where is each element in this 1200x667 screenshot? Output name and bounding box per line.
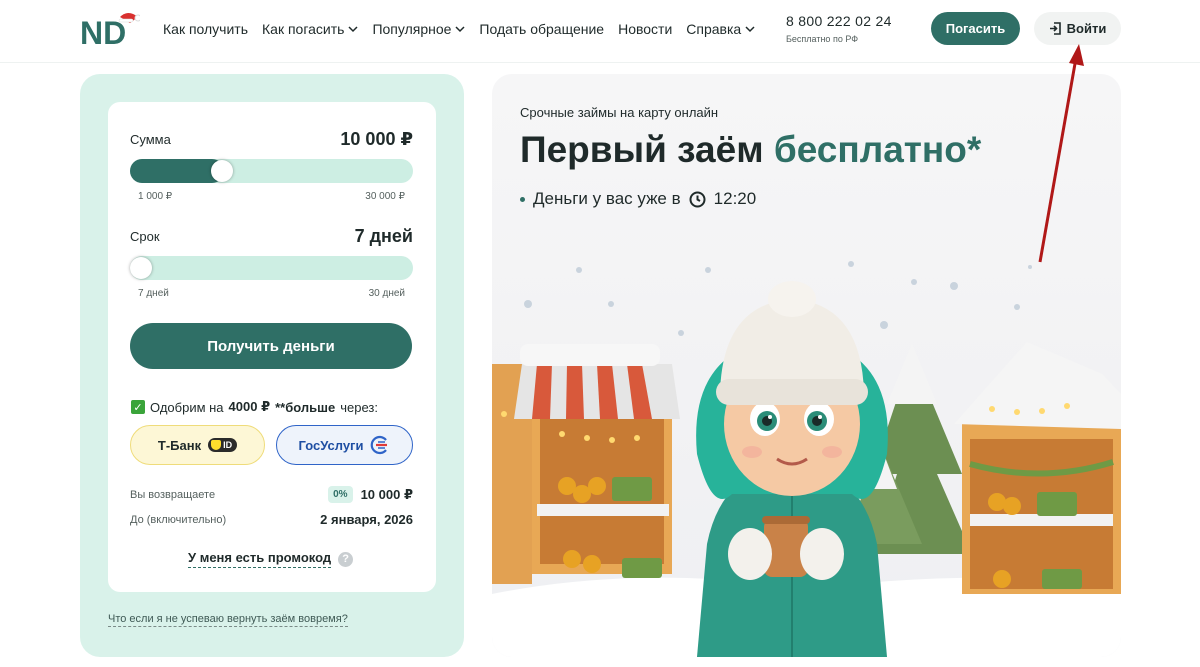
clock-icon — [689, 191, 706, 207]
hero-subtitle: Срочные займы на карту онлайн — [520, 105, 719, 120]
loan-calculator-card: Сумма 10 000 ₽ 1 000 ₽ 30 000 ₽ Срок 7 д… — [108, 102, 436, 592]
main-nav: Как получить Как погасить Популярное Под… — [163, 21, 755, 37]
nav-popular[interactable]: Популярное — [372, 21, 465, 37]
amount-max: 30 000 ₽ — [365, 191, 405, 202]
hero-title-main: Первый заём — [520, 129, 764, 170]
return-label: Вы возвращаете — [130, 488, 216, 501]
phone-block[interactable]: 8 800 222 02 24 Бесплатно по РФ — [786, 13, 892, 44]
approve-amount: 4000 ₽ — [228, 399, 271, 414]
gosuslugi-logo-icon — [371, 435, 388, 455]
gosuslugi-label: ГосУслуги — [298, 437, 364, 453]
term-min: 7 дней — [138, 288, 169, 299]
approve-suffix: через: — [340, 399, 378, 415]
login-label: Войти — [1066, 21, 1107, 36]
return-row: Вы возвращаете 0% 10 000 ₽ — [130, 486, 413, 503]
nav-news[interactable]: Новости — [618, 21, 672, 37]
gosuslugi-button[interactable]: ГосУслуги — [276, 425, 413, 465]
nav-submit-request[interactable]: Подать обращение — [479, 21, 604, 37]
door-login-icon — [1049, 22, 1061, 35]
hero-bullet: Деньги у вас уже в 12:20 — [520, 189, 756, 209]
chevron-down-icon — [348, 26, 358, 33]
chevron-down-icon — [745, 26, 755, 33]
promo-code-toggle[interactable]: У меня есть промокод ? — [188, 550, 354, 568]
bullet-dot — [520, 196, 525, 202]
nav-how-to-repay[interactable]: Как погасить — [262, 21, 358, 37]
until-value: 2 января, 2026 — [320, 512, 413, 527]
hero-title-accent: бесплатно* — [773, 129, 982, 170]
phone-number[interactable]: 8 800 222 02 24 — [786, 13, 892, 29]
tbank-id-badge: ID — [208, 438, 238, 452]
login-button[interactable]: Войти — [1034, 12, 1121, 45]
amount-label: Сумма — [130, 132, 171, 147]
late-repayment-link[interactable]: Что если я не успеваю вернуть заём вовре… — [108, 613, 348, 627]
until-row: До (включительно) 2 января, 2026 — [130, 512, 413, 527]
amount-value: 10 000 ₽ — [340, 129, 413, 149]
return-value: 10 000 ₽ — [360, 486, 413, 502]
return-rate-badge: 0% — [328, 486, 353, 503]
amount-slider[interactable] — [130, 159, 413, 183]
amount-slider-handle[interactable] — [210, 160, 233, 182]
phone-note: Бесплатно по РФ — [786, 34, 859, 44]
term-slider-handle[interactable] — [130, 257, 152, 279]
term-max: 30 дней — [368, 288, 405, 299]
chevron-down-icon — [455, 26, 465, 33]
tbank-id-button[interactable]: Т-Банк ID — [130, 425, 265, 465]
approve-note: ✓ Одобрим на 4000 ₽ **больше через: — [131, 399, 378, 415]
nav-help[interactable]: Справка — [686, 21, 755, 37]
pay-button[interactable]: Погасить — [931, 12, 1020, 45]
hero-bullet-text: Деньги у вас уже в — [533, 189, 681, 208]
help-question-icon[interactable]: ? — [338, 551, 354, 567]
hero-bullet-time: 12:20 — [713, 189, 757, 208]
checkmark-icon: ✓ — [131, 400, 145, 414]
term-slider[interactable] — [130, 256, 413, 280]
until-label: До (включительно) — [130, 513, 227, 526]
amount-slider-block: Сумма 10 000 ₽ 1 000 ₽ 30 000 ₽ — [130, 129, 413, 202]
hero-banner: Срочные займы на карту онлайн Первый заё… — [492, 74, 1121, 657]
nav-how-to-get[interactable]: Как получить — [163, 21, 248, 37]
loan-calculator-panel: Сумма 10 000 ₽ 1 000 ₽ 30 000 ₽ Срок 7 д… — [80, 74, 464, 657]
tbank-label: Т-Банк — [157, 437, 202, 453]
tbank-shield-icon — [211, 440, 222, 450]
term-slider-block: Срок 7 дней 7 дней 30 дней — [130, 226, 413, 299]
amount-slider-fill — [130, 159, 224, 183]
term-label: Срок — [130, 229, 160, 244]
logo[interactable]: ND — [80, 11, 140, 51]
term-value: 7 дней — [354, 226, 413, 246]
approve-prefix: Одобрим на — [150, 399, 224, 415]
approve-more: **больше — [275, 399, 336, 415]
promo-label: У меня есть промокод — [188, 550, 332, 568]
get-money-button[interactable]: Получить деньги — [130, 323, 412, 369]
amount-min: 1 000 ₽ — [138, 191, 173, 202]
hero-title: Первый заём бесплатно* — [520, 129, 981, 171]
site-header: ND Как получить Как погасить Популярное … — [0, 0, 1200, 63]
